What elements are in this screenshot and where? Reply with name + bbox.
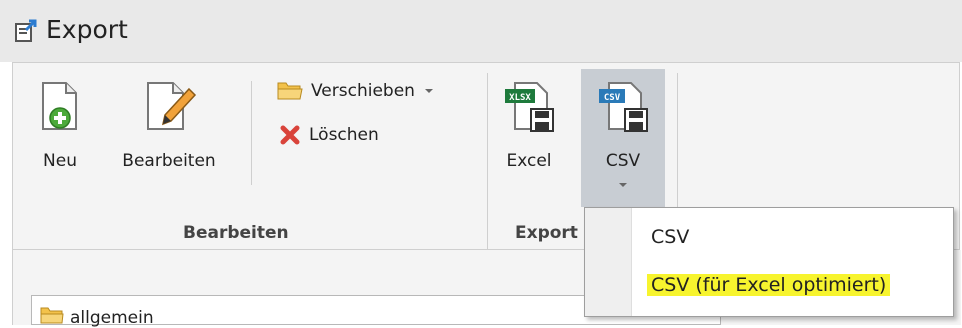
window-title: Export [46,15,128,44]
folder-select-value: allgemein [70,308,154,328]
edit-button[interactable]: Bearbeiten [113,71,225,181]
delete-button-label: Löschen [309,125,379,145]
new-document-icon [42,82,77,130]
new-button-label: Neu [43,151,77,171]
separator [487,73,488,249]
xlsx-badge: XLSX [509,93,531,103]
csv-dropdown-menu: CSV CSV (für Excel optimiert) [584,207,954,317]
csv-button-label: CSV [605,151,641,171]
csv-export-button[interactable]: CSV CSV [581,69,665,207]
csv-badge: CSV [604,93,621,103]
new-button[interactable]: Neu [27,71,93,181]
excel-button-label: Excel [506,151,552,171]
menu-item-csv-excel-optimized[interactable]: CSV (für Excel optimiert) [647,274,891,296]
chevron-down-icon [619,183,627,187]
xlsx-save-icon: XLSX [505,82,554,132]
folder-icon [40,307,64,324]
menu-item-csv[interactable]: CSV [651,226,689,248]
group-label-export: Export [515,223,578,243]
export-icon [15,19,37,42]
delete-button[interactable]: Löschen [279,121,379,149]
title-bar: Export [0,0,962,62]
folder-icon [277,82,303,100]
chevron-down-icon [424,89,433,93]
group-label-bearbeiten: Bearbeiten [183,223,289,243]
excel-export-button[interactable]: XLSX Excel [493,71,565,181]
move-button[interactable]: Verschieben [277,77,435,105]
edit-button-label: Bearbeiten [122,151,216,171]
csv-save-icon: CSV [599,82,648,132]
edit-document-icon [147,82,197,130]
move-button-label: Verschieben [311,81,415,101]
menu-item-csv-label: CSV [651,226,690,248]
delete-x-icon [280,125,300,145]
menu-gutter [585,208,632,316]
separator [251,81,252,185]
menu-item-csv-excel-optimized-label: CSV (für Excel optimiert) [647,274,891,296]
